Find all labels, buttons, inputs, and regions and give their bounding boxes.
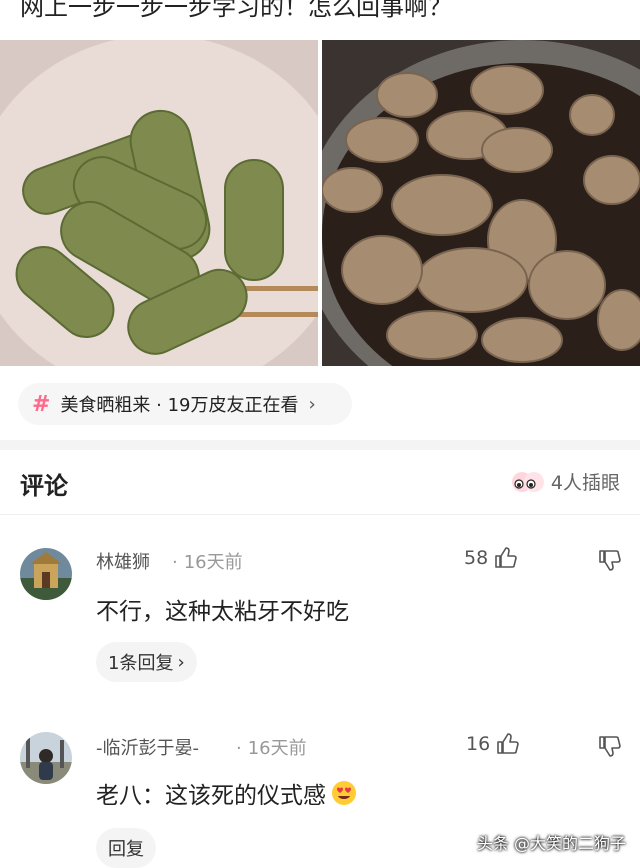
- avatar-image-temple: [20, 548, 72, 600]
- watermark: 头条 @大笑的二狗子: [476, 834, 626, 853]
- avatar-image-person: [20, 732, 72, 784]
- comment-username[interactable]: 林雄狮: [96, 548, 150, 574]
- section-separator: [0, 440, 640, 450]
- hash-icon: #: [32, 391, 51, 417]
- comment-time: · 16天前: [172, 552, 243, 573]
- comments-title: 评论: [20, 472, 68, 500]
- reply-label: 1条回复: [108, 653, 174, 674]
- topic-label: 美食晒粗来 · 19万皮友正在看: [60, 395, 299, 416]
- reply-label: 回复: [108, 839, 144, 860]
- comment-text: 老八：这该死的仪式感: [96, 776, 358, 810]
- comment-username[interactable]: -临沂彭于晏-: [96, 734, 199, 760]
- comment-text: 不行，这种太粘牙不好吃: [96, 599, 349, 625]
- thumbs-up-icon: [495, 547, 517, 568]
- thumbs-down-icon: [599, 736, 621, 757]
- avatar[interactable]: [20, 548, 72, 600]
- heart-eyes-emoji-icon: [332, 781, 356, 805]
- comment-text-label: 老八：这该死的仪式感: [96, 783, 326, 809]
- post-title: 网上一步一步一步学习的！怎么回事啊？: [20, 0, 452, 21]
- divider: [0, 514, 640, 515]
- dislike-button[interactable]: [598, 548, 622, 576]
- bookmark-count-label: 4人插眼: [550, 472, 620, 494]
- chevron-right-icon: ›: [177, 651, 185, 673]
- like-button[interactable]: 58: [464, 546, 518, 570]
- comment-time-label: 16天前: [183, 552, 243, 573]
- dislike-button[interactable]: [598, 734, 622, 762]
- topic-chip[interactable]: # 美食晒粗来 · 19万皮友正在看 ›: [18, 383, 352, 425]
- like-count: 58: [464, 547, 489, 569]
- thumbs-down-icon: [599, 550, 621, 571]
- reply-button[interactable]: 回复: [96, 828, 156, 868]
- comment-time-label: 16天前: [247, 738, 307, 759]
- thumbs-up-icon: [497, 733, 519, 754]
- view-replies-button[interactable]: 1条回复 ›: [96, 642, 197, 682]
- bookmark-count[interactable]: 4人插眼: [511, 468, 620, 495]
- like-count: 16: [466, 733, 491, 755]
- avatar[interactable]: [20, 732, 72, 784]
- faces-icon: [511, 471, 544, 492]
- sausage-photo: [0, 40, 318, 366]
- chevron-right-icon: ›: [308, 393, 316, 415]
- comment-time: · 16天前: [236, 738, 307, 759]
- post-image-sausages[interactable]: [0, 40, 318, 366]
- post-image-pot[interactable]: [322, 40, 640, 366]
- pot-photo: [322, 40, 640, 366]
- like-button[interactable]: 16: [466, 732, 520, 756]
